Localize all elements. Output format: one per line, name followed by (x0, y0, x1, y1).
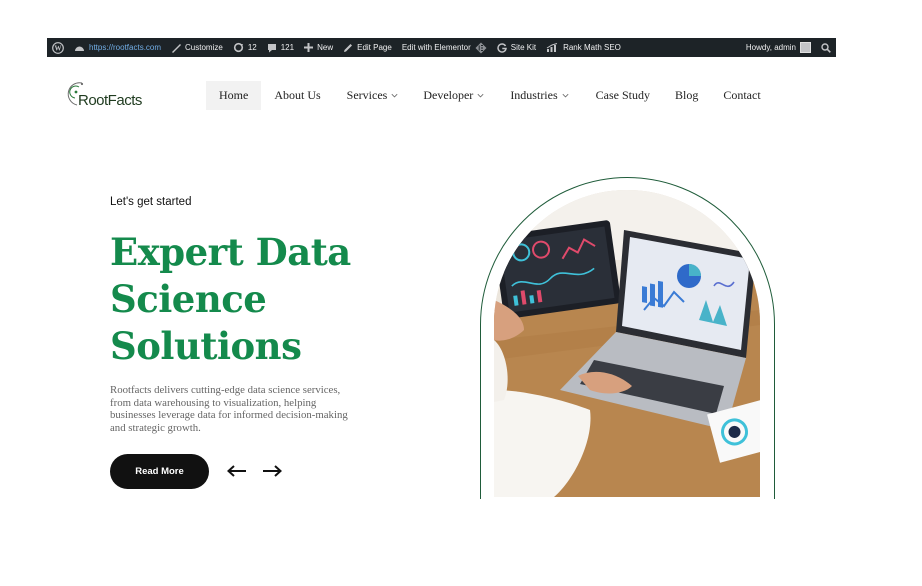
updates-link[interactable]: 12 (228, 38, 262, 57)
hero-title: Expert Data Science Solutions (110, 229, 440, 370)
site-logo[interactable]: RootFacts (66, 80, 142, 114)
nav-item-blog[interactable]: Blog (675, 81, 698, 110)
arrow-right-icon[interactable] (262, 464, 282, 478)
site-kit-label: Site Kit (510, 43, 537, 52)
hero-title-line: Expert Data (110, 230, 351, 274)
hero-image (494, 190, 760, 497)
nav-label-contact: Contact (723, 88, 761, 102)
updates-count: 12 (247, 43, 257, 52)
hero-description: Rootfacts delivers cutting-edge data sci… (110, 384, 348, 434)
nav-item-home[interactable]: Home (206, 81, 262, 110)
laptop-analytics-illustration (494, 190, 760, 497)
admin-search[interactable] (816, 38, 836, 57)
site-kit-link[interactable]: Site Kit (492, 38, 541, 57)
wordpress-icon: W (52, 41, 64, 54)
customize-label: Customize (185, 43, 223, 52)
chevron-down-icon (477, 93, 484, 98)
nav-label-home: Home (219, 88, 249, 102)
dashboard-icon (75, 46, 84, 51)
avatar (800, 42, 811, 53)
nav-item-contact[interactable]: Contact (723, 81, 760, 110)
nav-label-about-us: About Us (274, 88, 321, 102)
chevron-down-icon (391, 93, 398, 98)
brush-icon (172, 43, 182, 53)
customize-link[interactable]: Customize (166, 38, 228, 57)
nav-item-about-us[interactable]: About Us (274, 81, 320, 110)
svg-text:W: W (55, 44, 62, 52)
rank-math-label: Rank Math SEO (563, 43, 621, 52)
edit-page-link[interactable]: Edit Page (338, 38, 397, 57)
rank-math-link[interactable]: Rank Math SEO (541, 38, 626, 57)
wp-admin-bar: W https://rootfacts.com Customize 12 121… (47, 38, 836, 57)
wp-logo-menu[interactable]: W (47, 38, 69, 57)
comments-count: 121 (280, 43, 295, 52)
google-g-icon (497, 42, 507, 53)
nav-item-case-study[interactable]: Case Study (596, 81, 650, 110)
main-nav: Home About Us Services Developer Industr… (206, 81, 761, 110)
site-url-link[interactable]: https://rootfacts.com (69, 38, 166, 57)
edit-elementor-label: Edit with Elementor (401, 43, 471, 52)
account-menu[interactable]: Howdy, admin (741, 38, 816, 57)
read-more-button[interactable]: Read More (110, 454, 209, 489)
edit-elementor-link[interactable]: Edit with Elementor (397, 38, 492, 57)
comment-icon (267, 43, 276, 52)
plus-icon (304, 43, 314, 52)
new-content-link[interactable]: New (299, 38, 338, 57)
search-icon (821, 42, 831, 53)
nav-item-developer[interactable]: Developer (423, 81, 484, 110)
comments-link[interactable]: 121 (262, 38, 299, 57)
edit-page-label: Edit Page (357, 43, 392, 52)
nav-item-industries[interactable]: Industries (510, 81, 569, 110)
nav-label-case-study: Case Study (595, 88, 650, 102)
nav-label-blog: Blog (674, 88, 699, 102)
chevron-down-icon (562, 93, 569, 98)
logo-text: RootFacts (78, 92, 142, 109)
rank-math-icon (546, 42, 558, 52)
updates-icon (233, 42, 243, 53)
nav-label-developer: Developer (423, 88, 474, 102)
arrow-left-icon[interactable] (227, 464, 247, 478)
pencil-icon (344, 43, 353, 52)
nav-label-industries: Industries (510, 88, 558, 102)
new-label: New (317, 43, 334, 52)
hero-title-line: Science (110, 277, 267, 321)
howdy-label: Howdy, admin (745, 43, 796, 52)
site-url: https://rootfacts.com (89, 43, 162, 52)
nav-label-services: Services (346, 88, 388, 102)
elementor-icon (475, 42, 487, 53)
nav-item-services[interactable]: Services (347, 81, 399, 110)
hero-eyebrow: Let's get started (110, 196, 192, 208)
hero-title-line: Solutions (110, 324, 302, 368)
